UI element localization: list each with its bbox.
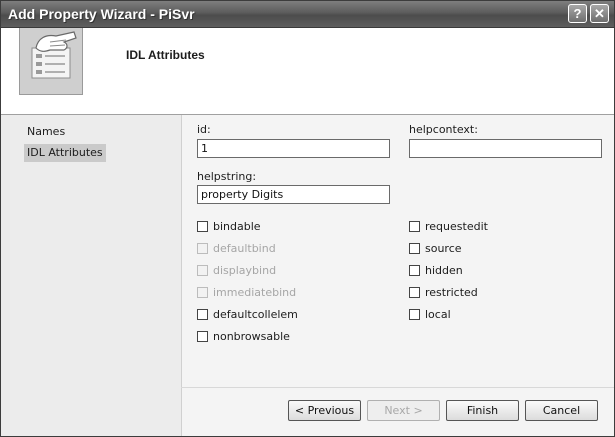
requestedit-checkbox[interactable]: requestedit	[409, 218, 488, 234]
window-title: Add Property Wizard - PiSvr	[8, 6, 195, 22]
cancel-button[interactable]: Cancel	[525, 400, 598, 421]
nav-item-names[interactable]: Names	[24, 123, 68, 141]
close-button[interactable]: ✕	[590, 4, 609, 23]
helpstring-field[interactable]	[197, 185, 390, 204]
wizard-nav: Names IDL Attributes	[1, 115, 181, 436]
displaybind-checkbox: displaybind	[197, 262, 276, 278]
next-button: Next >	[367, 400, 440, 421]
finish-button[interactable]: Finish	[446, 400, 519, 421]
bindable-checkbox[interactable]: bindable	[197, 218, 261, 234]
previous-button[interactable]: < Previous	[288, 400, 361, 421]
title-bar: Add Property Wizard - PiSvr ? ✕	[1, 1, 614, 28]
checkbox-box[interactable]	[409, 264, 420, 276]
checkbox-box[interactable]	[197, 330, 208, 342]
helpcontext-field[interactable]	[409, 139, 602, 158]
checkbox-box	[197, 242, 208, 254]
helpstring-label: helpstring:	[197, 170, 257, 183]
hidden-checkbox[interactable]: hidden	[409, 262, 463, 278]
checkbox-box[interactable]	[409, 286, 420, 298]
defaultcollelem-checkbox[interactable]: defaultcollelem	[197, 306, 298, 322]
checkbox-label: nonbrowsable	[213, 329, 290, 343]
checkbox-label: restricted	[425, 285, 478, 299]
id-label: id:	[197, 123, 211, 136]
wizard-header: IDL Attributes	[1, 28, 614, 115]
defaultbind-checkbox: defaultbind	[197, 240, 276, 256]
nav-item-idl-attributes[interactable]: IDL Attributes	[24, 144, 106, 162]
page-title: IDL Attributes	[126, 48, 205, 62]
checkbox-box[interactable]	[409, 308, 420, 320]
footer-divider	[181, 387, 614, 388]
checkbox-label: displaybind	[213, 263, 277, 277]
checkbox-label: immediatebind	[213, 285, 297, 299]
immediatebind-checkbox: immediatebind	[197, 284, 296, 300]
helpcontext-label: helpcontext:	[409, 123, 478, 136]
checkbox-box[interactable]	[197, 220, 208, 232]
checkbox-label: defaultcollelem	[213, 307, 298, 321]
document-hand-icon	[19, 28, 83, 95]
checkbox-label: source	[425, 241, 462, 255]
checkbox-box	[197, 264, 208, 276]
help-button[interactable]: ?	[568, 4, 587, 23]
checkbox-label: requestedit	[425, 219, 488, 233]
wizard-window: Add Property Wizard - PiSvr ? ✕ IDL Attr…	[0, 0, 615, 437]
restricted-checkbox[interactable]: restricted	[409, 284, 478, 300]
checkbox-box[interactable]	[409, 242, 420, 254]
checkbox-box	[197, 286, 208, 298]
checkbox-label: defaultbind	[213, 241, 276, 255]
nonbrowsable-checkbox[interactable]: nonbrowsable	[197, 328, 290, 344]
local-checkbox[interactable]: local	[409, 306, 451, 322]
checkbox-box[interactable]	[197, 308, 208, 320]
checkbox-box[interactable]	[409, 220, 420, 232]
checkbox-label: bindable	[213, 219, 261, 233]
source-checkbox[interactable]: source	[409, 240, 462, 256]
checkbox-label: hidden	[425, 263, 463, 277]
checkbox-label: local	[425, 307, 451, 321]
id-field[interactable]	[197, 139, 390, 158]
